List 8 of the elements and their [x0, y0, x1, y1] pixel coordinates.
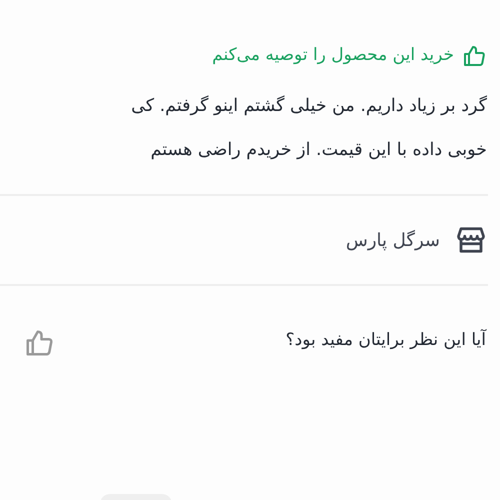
- review-text: خوبی داده با این قیمت. از خریدم راضی هستم: [150, 139, 487, 162]
- recommendation-text: خرید این محصول را توصیه می‌کنم: [212, 44, 454, 68]
- review-text: گرد بر زیاد داریم. من خیلی گشتم اینو گرفتم. کی: [131, 94, 487, 118]
- thumbs-up-icon: [462, 44, 486, 68]
- helpful-question: آیا این نظر برایتان مفید بود؟: [286, 328, 486, 352]
- like-button[interactable]: [24, 328, 54, 358]
- store-icon: [456, 225, 486, 255]
- seller-name: سرگل پارس: [346, 228, 440, 252]
